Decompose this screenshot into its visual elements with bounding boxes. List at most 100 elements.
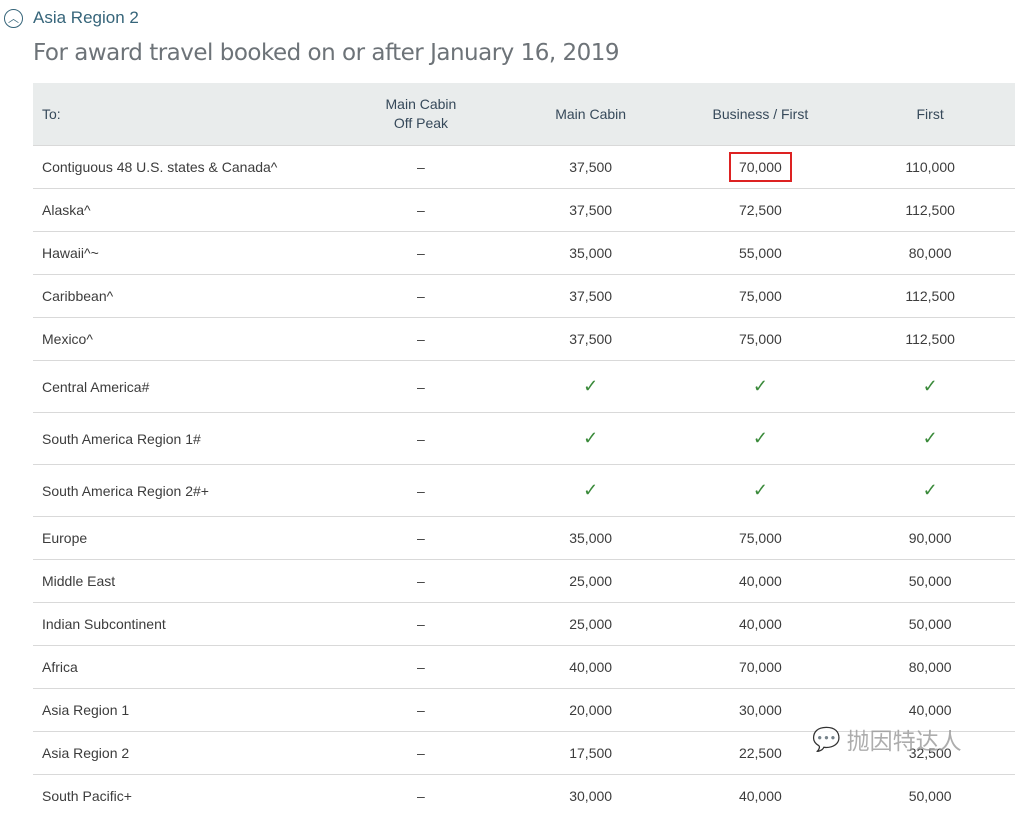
cell-off: – [336, 318, 506, 361]
table-row: Europe–35,00075,00090,000 [33, 517, 1015, 560]
cell-to: Hawaii^~ [33, 232, 336, 275]
table-row: Alaska^–37,50072,500112,500 [33, 189, 1015, 232]
check-icon: ✓ [753, 376, 768, 396]
cell-first: 112,500 [845, 275, 1015, 318]
cell-off: – [336, 689, 506, 732]
table-row: Caribbean^–37,50075,000112,500 [33, 275, 1015, 318]
cell-to: Contiguous 48 U.S. states & Canada^ [33, 146, 336, 189]
check-icon: ✓ [583, 428, 598, 448]
cell-biz: 40,000 [676, 603, 846, 646]
cell-main: 40,000 [506, 646, 676, 689]
cell-first: 112,500 [845, 189, 1015, 232]
table-row: Mexico^–37,50075,000112,500 [33, 318, 1015, 361]
cell-first: 50,000 [845, 603, 1015, 646]
table-row: Central America#– ✓ ✓ ✓ [33, 361, 1015, 413]
accordion-toggle[interactable]: ︿ Asia Region 2 [4, 8, 139, 28]
col-main-cabin-off-peak: Main CabinOff Peak [336, 83, 506, 146]
cell-off: – [336, 232, 506, 275]
col-to: To: [33, 83, 336, 146]
table-row: South America Region 2#+– ✓ ✓ ✓ [33, 465, 1015, 517]
cell-biz: 75,000 [676, 517, 846, 560]
cell-first: 80,000 [845, 646, 1015, 689]
cell-main: 30,000 [506, 775, 676, 817]
accordion-label: Asia Region 2 [33, 8, 139, 28]
cell-off: – [336, 146, 506, 189]
cell-off: – [336, 732, 506, 775]
table-row: Middle East–25,00040,00050,000 [33, 560, 1015, 603]
cell-first: 90,000 [845, 517, 1015, 560]
cell-to: Caribbean^ [33, 275, 336, 318]
cell-off: – [336, 465, 506, 517]
cell-to: Asia Region 1 [33, 689, 336, 732]
table-row: Indian Subcontinent–25,00040,00050,000 [33, 603, 1015, 646]
check-icon: ✓ [923, 428, 938, 448]
cell-to: Central America# [33, 361, 336, 413]
highlighted-value: 70,000 [729, 152, 792, 182]
table-row: South America Region 1#– ✓ ✓ ✓ [33, 413, 1015, 465]
cell-to: Mexico^ [33, 318, 336, 361]
cell-biz: 55,000 [676, 232, 846, 275]
cell-biz: 75,000 [676, 275, 846, 318]
cell-biz: ✓ [676, 465, 846, 517]
col-main-cabin: Main Cabin [506, 83, 676, 146]
check-icon: ✓ [583, 376, 598, 396]
cell-main: 37,500 [506, 146, 676, 189]
cell-to: Europe [33, 517, 336, 560]
cell-first: ✓ [845, 361, 1015, 413]
cell-to: Alaska^ [33, 189, 336, 232]
cell-off: – [336, 413, 506, 465]
cell-biz: 75,000 [676, 318, 846, 361]
cell-off: – [336, 517, 506, 560]
cell-to: South Pacific+ [33, 775, 336, 817]
cell-to: Africa [33, 646, 336, 689]
cell-to: South America Region 1# [33, 413, 336, 465]
cell-main: 37,500 [506, 189, 676, 232]
cell-first: ✓ [845, 413, 1015, 465]
page-title: For award travel booked on or after Janu… [33, 40, 619, 66]
cell-to: Asia Region 2 [33, 732, 336, 775]
cell-main: ✓ [506, 413, 676, 465]
watermark: 💬抛因特达人 [812, 722, 962, 756]
cell-biz: 72,500 [676, 189, 846, 232]
cell-main: 20,000 [506, 689, 676, 732]
cell-off: – [336, 560, 506, 603]
table-row: Africa–40,00070,00080,000 [33, 646, 1015, 689]
check-icon: ✓ [583, 480, 598, 500]
cell-main: 35,000 [506, 232, 676, 275]
cell-to: Indian Subcontinent [33, 603, 336, 646]
cell-to: Middle East [33, 560, 336, 603]
cell-to: South America Region 2#+ [33, 465, 336, 517]
cell-main: 17,500 [506, 732, 676, 775]
check-icon: ✓ [923, 480, 938, 500]
check-icon: ✓ [753, 480, 768, 500]
cell-first: 50,000 [845, 775, 1015, 817]
cell-first: 112,500 [845, 318, 1015, 361]
table-row: Contiguous 48 U.S. states & Canada^–37,5… [33, 146, 1015, 189]
cell-main: 25,000 [506, 560, 676, 603]
table-row: Hawaii^~–35,00055,00080,000 [33, 232, 1015, 275]
wechat-icon: 💬 [812, 726, 841, 753]
cell-main: ✓ [506, 361, 676, 413]
cell-first: 110,000 [845, 146, 1015, 189]
cell-first: 80,000 [845, 232, 1015, 275]
check-icon: ✓ [753, 428, 768, 448]
cell-biz: 70,000 [676, 146, 846, 189]
cell-off: – [336, 361, 506, 413]
cell-off: – [336, 603, 506, 646]
cell-biz: ✓ [676, 361, 846, 413]
cell-biz: 70,000 [676, 646, 846, 689]
cell-biz: ✓ [676, 413, 846, 465]
col-business-first: Business / First [676, 83, 846, 146]
col-first: First [845, 83, 1015, 146]
award-chart-table: To: Main CabinOff Peak Main Cabin Busine… [33, 83, 1015, 817]
cell-main: 37,500 [506, 318, 676, 361]
cell-first: 50,000 [845, 560, 1015, 603]
cell-off: – [336, 189, 506, 232]
chevron-up-circle-icon: ︿ [4, 9, 23, 28]
table-row: South Pacific+–30,00040,00050,000 [33, 775, 1015, 817]
cell-main: 37,500 [506, 275, 676, 318]
cell-main: ✓ [506, 465, 676, 517]
cell-biz: 40,000 [676, 560, 846, 603]
cell-first: ✓ [845, 465, 1015, 517]
cell-off: – [336, 275, 506, 318]
